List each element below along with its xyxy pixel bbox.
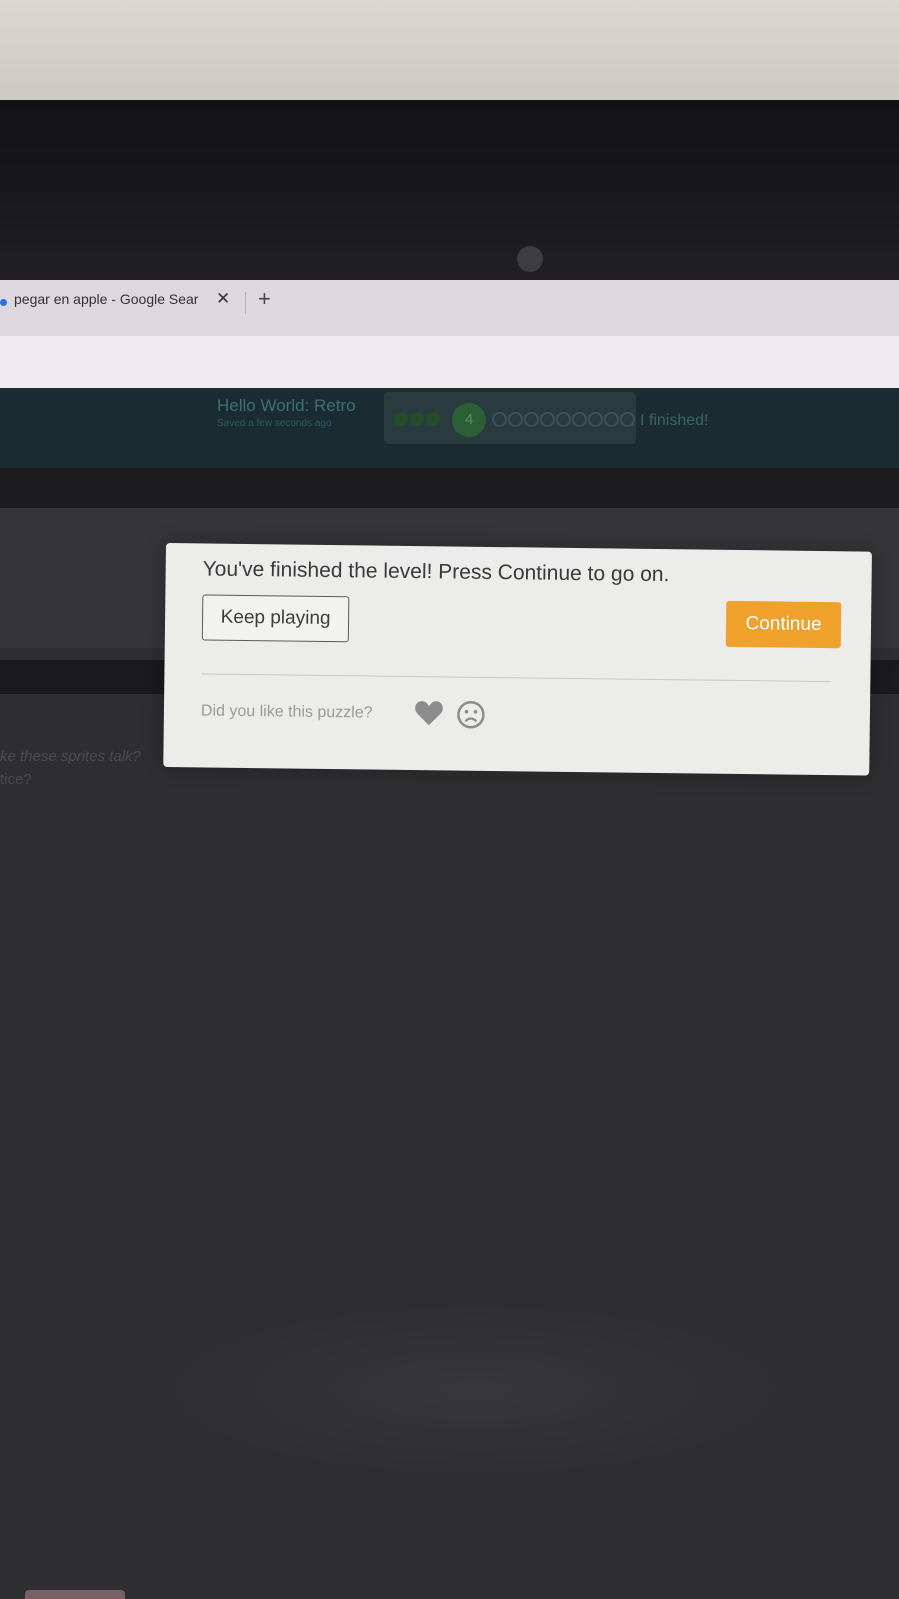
tab-title[interactable]: pegar en apple - Google Sear: [14, 291, 202, 307]
level-complete-dialog: You've finished the level! Press Continu…: [163, 543, 872, 776]
new-tab-button[interactable]: +: [258, 286, 271, 312]
saved-status: Saved a few seconds ago: [217, 418, 332, 429]
level-dot[interactable]: [540, 412, 555, 427]
level-progress: 4: [384, 392, 636, 444]
tab-close-icon[interactable]: ✕: [216, 289, 230, 309]
app-header: Hello World: Retro Saved a few seconds a…: [0, 388, 899, 468]
level-dot[interactable]: [394, 412, 408, 426]
current-level-bubble[interactable]: 4: [452, 403, 486, 437]
feedback-prompt: Did you like this puzzle?: [200, 702, 373, 722]
sad-face-icon[interactable]: [456, 700, 486, 730]
instruction-line: tice?: [0, 771, 32, 788]
heart-icon[interactable]: [414, 699, 444, 727]
lesson-title[interactable]: Hello World: Retro: [217, 396, 356, 416]
tab-separator: [245, 292, 246, 314]
continue-button[interactable]: Continue: [725, 600, 842, 649]
keep-playing-button[interactable]: Keep playing: [201, 594, 350, 643]
dialog-divider: [201, 673, 832, 683]
instruction-line: ke these sprites talk?: [0, 748, 141, 765]
laptop-screen: pegar en apple - Google Sear ✕ + Hello W…: [0, 280, 899, 1599]
level-dot[interactable]: [620, 412, 635, 427]
level-dot[interactable]: [492, 412, 507, 427]
tab-favicon-icon: [0, 299, 7, 306]
dialog-message: You've finished the level! Press Continu…: [202, 557, 670, 587]
level-dot[interactable]: [508, 412, 523, 427]
finished-button[interactable]: I finished!: [640, 412, 708, 430]
remaining-levels: [492, 412, 636, 432]
completed-levels: [394, 412, 442, 431]
level-dot[interactable]: [604, 412, 619, 427]
level-dot[interactable]: [524, 412, 539, 427]
browser-tab-strip: pegar en apple - Google Sear ✕ +: [0, 280, 899, 336]
header-shadow: [0, 468, 899, 508]
webcam: [517, 246, 543, 272]
screen-corner-reflection: [25, 1590, 125, 1599]
level-dot[interactable]: [426, 412, 440, 426]
background-wall: [0, 0, 899, 100]
level-dot[interactable]: [572, 412, 587, 427]
level-dot[interactable]: [556, 412, 571, 427]
level-dot[interactable]: [410, 412, 424, 426]
level-dot[interactable]: [588, 412, 603, 427]
browser-toolbar: [0, 336, 899, 388]
laptop-bezel: [0, 100, 899, 280]
keyboard-reflection: [150, 1300, 800, 1480]
